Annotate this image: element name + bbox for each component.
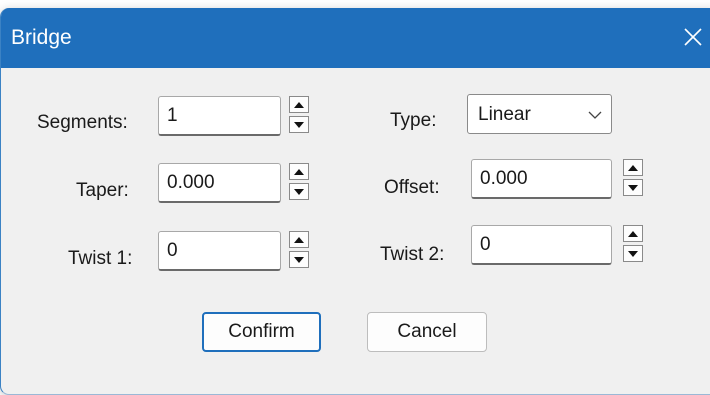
triangle-up-icon xyxy=(628,164,638,171)
triangle-down-icon xyxy=(628,184,638,191)
type-select-value: Linear xyxy=(478,104,531,125)
offset-increment-button[interactable] xyxy=(623,159,643,176)
type-select[interactable]: Linear xyxy=(467,94,612,134)
segments-increment-button[interactable] xyxy=(289,96,309,113)
taper-label: Taper: xyxy=(76,180,129,201)
confirm-button[interactable]: Confirm xyxy=(202,312,321,352)
twist2-field[interactable] xyxy=(471,225,612,265)
taper-decrement-button[interactable] xyxy=(289,183,309,200)
triangle-down-icon xyxy=(628,250,638,257)
triangle-up-icon xyxy=(294,236,304,243)
twist1-spinner[interactable] xyxy=(289,231,309,271)
triangle-up-icon xyxy=(628,230,638,237)
triangle-down-icon xyxy=(294,121,304,128)
twist2-input[interactable] xyxy=(472,226,611,263)
offset-spinner[interactable] xyxy=(623,159,643,199)
triangle-up-icon xyxy=(294,101,304,108)
segments-input[interactable] xyxy=(159,97,280,134)
cancel-button[interactable]: Cancel xyxy=(367,312,487,352)
segments-decrement-button[interactable] xyxy=(289,116,309,133)
offset-label: Offset: xyxy=(384,177,440,198)
twist1-input[interactable] xyxy=(159,232,280,269)
offset-input[interactable] xyxy=(472,160,611,197)
twist1-increment-button[interactable] xyxy=(289,231,309,248)
triangle-down-icon xyxy=(294,256,304,263)
twist2-label: Twist 2: xyxy=(380,244,445,265)
chevron-down-icon xyxy=(587,107,603,123)
twist2-decrement-button[interactable] xyxy=(623,245,643,262)
twist2-increment-button[interactable] xyxy=(623,225,643,242)
taper-spinner[interactable] xyxy=(289,163,309,203)
twist1-field[interactable] xyxy=(158,231,281,271)
segments-label: Segments: xyxy=(37,112,128,133)
dialog-title: Bridge xyxy=(11,26,72,49)
twist2-spinner[interactable] xyxy=(623,225,643,265)
bridge-dialog: Bridge Segments: Type: Linear Taper: xyxy=(0,8,710,395)
offset-decrement-button[interactable] xyxy=(623,179,643,196)
twist1-label: Twist 1: xyxy=(68,248,133,269)
taper-increment-button[interactable] xyxy=(289,163,309,180)
title-bar: Bridge xyxy=(1,8,710,68)
taper-field[interactable] xyxy=(158,163,281,203)
triangle-up-icon xyxy=(294,168,304,175)
offset-field[interactable] xyxy=(471,159,612,199)
segments-field[interactable] xyxy=(158,96,281,136)
segments-spinner[interactable] xyxy=(289,96,309,136)
close-icon[interactable] xyxy=(676,20,710,54)
triangle-down-icon xyxy=(294,188,304,195)
taper-input[interactable] xyxy=(159,164,280,201)
type-label: Type: xyxy=(390,110,437,131)
twist1-decrement-button[interactable] xyxy=(289,251,309,268)
